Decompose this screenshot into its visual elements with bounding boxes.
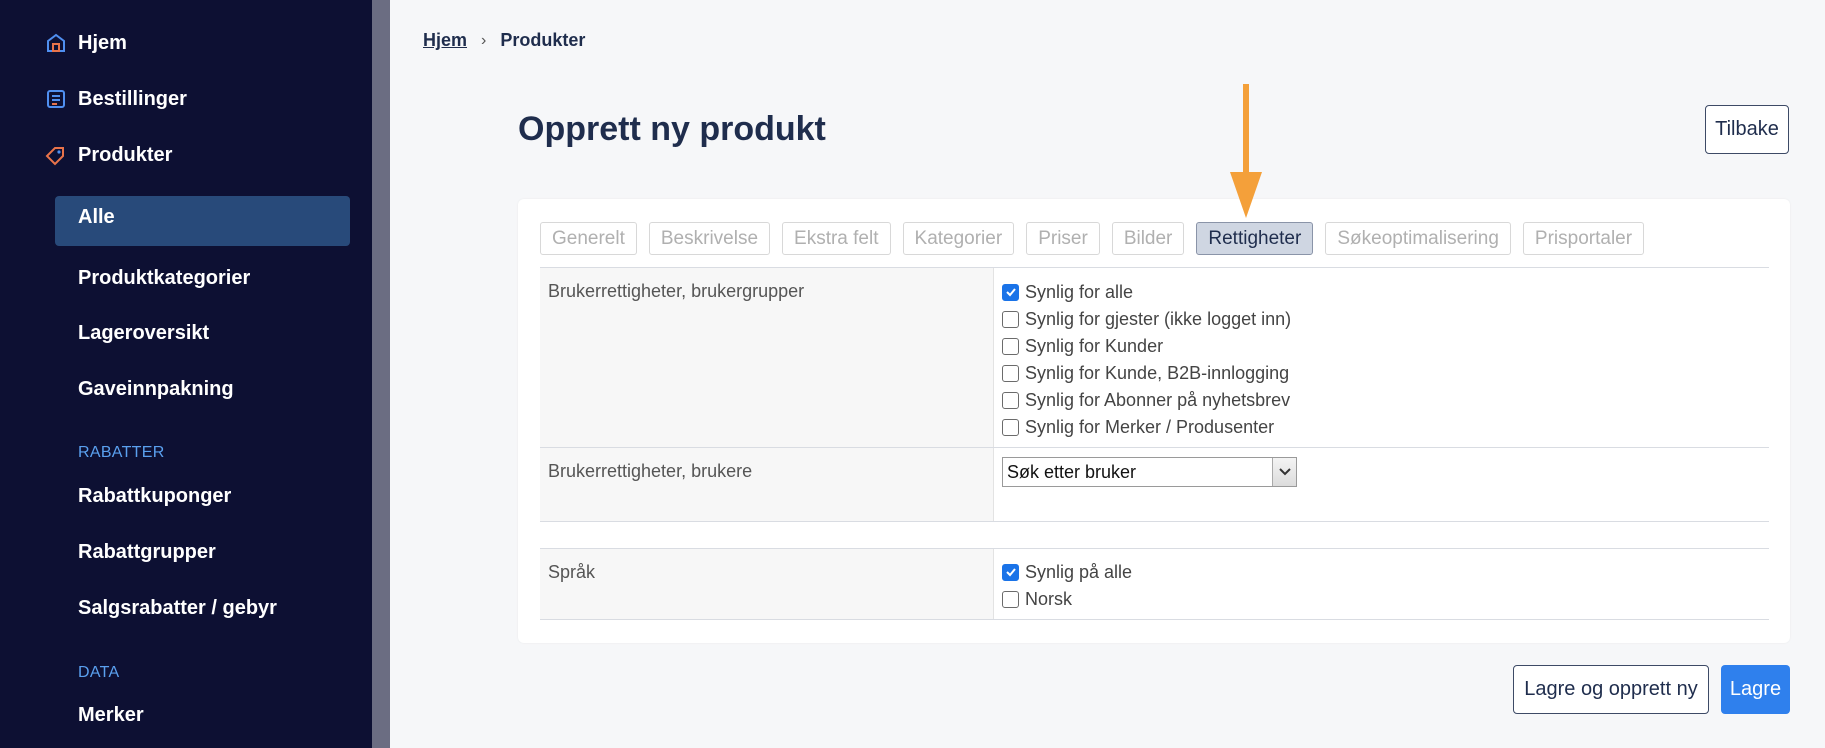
tab-prisportaler[interactable]: Prisportaler: [1522, 222, 1645, 255]
back-button[interactable]: Tilbake: [1705, 105, 1789, 154]
chevron-right-icon: ›: [481, 31, 487, 49]
page-title: Opprett ny produkt: [518, 110, 826, 148]
users-label: Brukerrettigheter, brukere: [548, 461, 753, 481]
checkbox-unchecked-icon: [1002, 418, 1019, 436]
sidebar-item-label: Alle: [78, 206, 115, 228]
checkbox-checked-icon: [1002, 563, 1019, 581]
checkbox-label: Synlig for Abonner på nyhetsbrev: [1025, 389, 1291, 410]
orders-icon: [44, 87, 68, 111]
sidebar-item-salgsrabatter[interactable]: Salgsrabatter / gebyr: [78, 593, 277, 623]
checkbox-label: Synlig for Kunder: [1025, 335, 1164, 356]
divider: [540, 267, 1769, 268]
sidebar-item-alle[interactable]: Alle: [55, 196, 350, 246]
divider: [540, 619, 1769, 620]
tab-bar: Generelt Beskrivelse Ekstra felt Kategor…: [540, 222, 1656, 255]
sidebar-item-hjem[interactable]: Hjem: [44, 28, 127, 58]
user-search-select[interactable]: Søk etter bruker: [1002, 457, 1297, 487]
column-divider: [993, 549, 994, 619]
row-label-bg: [540, 448, 993, 521]
checkbox-unchecked-icon: [1002, 364, 1019, 382]
section-heading-rabatter: RABATTER: [78, 444, 165, 461]
sidebar-item-produktkategorier[interactable]: Produktkategorier: [78, 263, 250, 293]
sidebar-item-rabattgrupper[interactable]: Rabattgrupper: [78, 537, 216, 567]
checkbox-label: Synlig på alle: [1025, 561, 1133, 582]
section-heading-data: DATA: [78, 664, 120, 681]
home-icon: [44, 31, 68, 55]
breadcrumb-home-link[interactable]: Hjem: [423, 30, 467, 51]
checkbox-synlig-for-alle[interactable]: Synlig for alle: [1002, 281, 1133, 303]
divider: [540, 521, 1769, 522]
sidebar-scrollbar[interactable]: [372, 0, 390, 748]
user-groups-label: Brukerrettigheter, brukergrupper: [548, 281, 805, 301]
checkbox-synlig-for-gjester[interactable]: Synlig for gjester (ikke logget inn): [1002, 308, 1291, 330]
annotation-arrow-icon: [1230, 84, 1262, 218]
tab-bilder[interactable]: Bilder: [1111, 222, 1185, 255]
checkbox-synlig-for-kunde-b2b[interactable]: Synlig for Kunde, B2B-innlogging: [1002, 362, 1289, 384]
tab-kategorier[interactable]: Kategorier: [902, 222, 1015, 255]
checkbox-norsk[interactable]: Norsk: [1002, 588, 1072, 610]
sidebar-item-produkter[interactable]: Produkter: [44, 140, 172, 170]
checkbox-synlig-pa-alle[interactable]: Synlig på alle: [1002, 561, 1132, 583]
divider: [540, 447, 1769, 448]
checkbox-label: Synlig for alle: [1025, 281, 1134, 302]
sidebar-item-merker[interactable]: Merker: [78, 700, 144, 730]
sidebar-item-label: Bestillinger: [78, 87, 187, 110]
tab-beskrivelse[interactable]: Beskrivelse: [648, 222, 771, 255]
tab-rettigheter[interactable]: Rettigheter: [1196, 222, 1314, 255]
save-button[interactable]: Lagre: [1721, 665, 1790, 714]
select-value: Søk etter bruker: [1007, 461, 1137, 482]
breadcrumb-current: Produkter: [500, 30, 586, 50]
sidebar-item-lageroversikt[interactable]: Lageroversikt: [78, 318, 209, 348]
column-divider: [993, 268, 994, 521]
sidebar: Hjem Bestillinger Produkter Alle Produkt…: [0, 0, 372, 748]
checkbox-synlig-for-kunder[interactable]: Synlig for Kunder: [1002, 335, 1163, 357]
checkbox-checked-icon: [1002, 283, 1019, 301]
save-and-new-button[interactable]: Lagre og opprett ny: [1513, 665, 1709, 714]
sidebar-item-label: Hjem: [78, 31, 127, 54]
checkbox-unchecked-icon: [1002, 310, 1019, 328]
sidebar-item-gaveinnpakning[interactable]: Gaveinnpakning: [78, 374, 234, 404]
language-label: Språk: [548, 562, 596, 582]
chevron-down-icon[interactable]: [1272, 458, 1296, 486]
tab-generelt[interactable]: Generelt: [540, 222, 637, 255]
checkbox-unchecked-icon: [1002, 590, 1019, 608]
tab-ekstra-felt[interactable]: Ekstra felt: [782, 222, 891, 255]
checkbox-label: Synlig for Merker / Produsenter: [1025, 416, 1275, 437]
checkbox-unchecked-icon: [1002, 337, 1019, 355]
checkbox-label: Norsk: [1025, 588, 1073, 609]
tab-sokeoptimalisering[interactable]: Søkeoptimalisering: [1325, 222, 1511, 255]
checkbox-label: Synlig for Kunde, B2B-innlogging: [1025, 362, 1290, 383]
checkbox-unchecked-icon: [1002, 391, 1019, 409]
checkbox-synlig-for-abonner[interactable]: Synlig for Abonner på nyhetsbrev: [1002, 389, 1290, 411]
sidebar-item-rabattkuponger[interactable]: Rabattkuponger: [78, 481, 231, 511]
checkbox-synlig-for-merker[interactable]: Synlig for Merker / Produsenter: [1002, 416, 1274, 438]
sidebar-item-bestillinger[interactable]: Bestillinger: [44, 84, 187, 114]
breadcrumb: Hjem › Produkter: [423, 30, 585, 51]
tag-icon: [44, 143, 68, 167]
divider: [540, 548, 1769, 549]
checkbox-label: Synlig for gjester (ikke logget inn): [1025, 308, 1292, 329]
tab-priser[interactable]: Priser: [1026, 222, 1100, 255]
sidebar-item-label: Produkter: [78, 143, 173, 166]
row-label-bg: [540, 549, 993, 619]
